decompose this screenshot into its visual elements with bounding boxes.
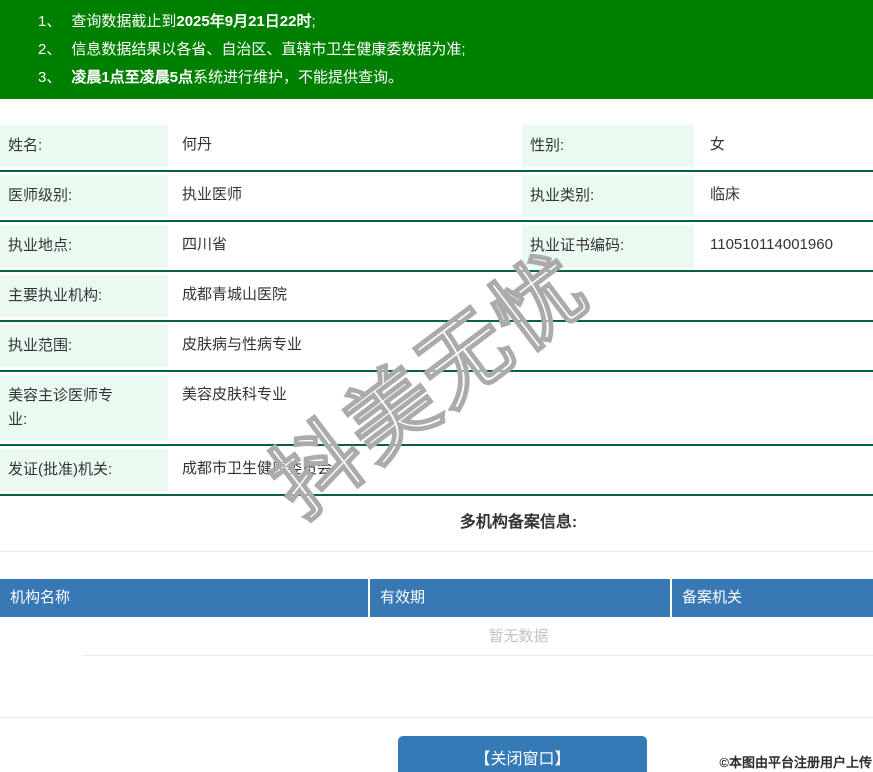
- field-value-practice-category: 临床: [710, 186, 741, 203]
- table-row: 美容主诊医师专业: 美容皮肤科专业: [0, 372, 873, 446]
- multi-org-section-title: 多机构备案信息:: [459, 514, 578, 531]
- field-label-practice-scope: 执业范围:: [0, 325, 168, 367]
- field-label-gender: 性别:: [522, 125, 694, 167]
- column-header-validity-period: 有效期: [370, 579, 670, 617]
- table-row: 主要执业机构: 成都青城山医院: [0, 272, 873, 322]
- table-row: 发证(批准)机关: 成都市卫生健康委员会: [0, 446, 873, 496]
- field-label-practice-category: 执业类别:: [522, 175, 694, 217]
- notice-line-1: 1、 查询数据截止到2025年9月21日22时;: [38, 8, 863, 36]
- field-label-main-institution: 主要执业机构:: [0, 275, 168, 317]
- field-value-main-institution: 成都青城山医院: [182, 286, 288, 303]
- field-value-gender: 女: [710, 136, 726, 153]
- field-value-name: 何丹: [182, 136, 213, 153]
- notice-text: 查询数据截止到: [71, 13, 177, 30]
- divider: [0, 551, 873, 552]
- license-query-result-page: 1、 查询数据截止到2025年9月21日22时; 2、 信息数据结果以各省、自治区、…: [0, 0, 873, 772]
- notice-text: ;: [311, 13, 316, 30]
- field-value-certificate-number: 110510114001960: [710, 236, 833, 253]
- notice-text: 系统进行维护，不能提供查询。: [193, 69, 404, 86]
- notice-line-2: 2、 信息数据结果以各省、自治区、直辖市卫生健康委数据为准;: [38, 36, 863, 64]
- table-row: 医师级别: 执业医师 执业类别: 临床: [0, 172, 873, 222]
- field-label-doctor-level: 医师级别:: [0, 175, 168, 217]
- column-header-record-authority: 备案机关: [672, 579, 873, 617]
- field-label-issuing-authority: 发证(批准)机关:: [0, 449, 168, 491]
- notice-text: 信息数据结果以各省、自治区、直辖市卫生健康委数据为准;: [71, 41, 466, 58]
- field-label-practice-location: 执业地点:: [0, 225, 168, 267]
- field-label-cosmetic-specialty: 美容主诊医师专业:: [0, 375, 168, 441]
- field-value-issuing-authority: 成都市卫生健康委员会: [182, 460, 333, 477]
- notice-number: 2、: [38, 41, 62, 58]
- doctor-details-table: 姓名: 何丹 性别: 女 医师级别: 执业医师 执业类别: 临床 执业地点: 四…: [0, 122, 873, 496]
- close-window-button[interactable]: 【关闭窗口】: [398, 736, 647, 772]
- field-value-practice-scope: 皮肤病与性病专业: [182, 336, 303, 353]
- empty-data-placeholder: 暂无数据: [82, 617, 873, 656]
- copyright-stamp: ©本图由平台注册用户上传: [719, 755, 872, 770]
- field-label-name: 姓名:: [0, 125, 168, 167]
- footer-divider: [0, 717, 873, 718]
- notice-line-3: 3、 凌晨1点至凌晨5点系统进行维护，不能提供查询。: [38, 64, 863, 92]
- table-row: 执业地点: 四川省 执业证书编码: 110510114001960: [0, 222, 873, 272]
- field-label-certificate-number: 执业证书编码:: [522, 225, 694, 267]
- table-row: 执业范围: 皮肤病与性病专业: [0, 322, 873, 372]
- notice-number: 1、: [38, 13, 62, 30]
- table-row: 姓名: 何丹 性别: 女: [0, 122, 873, 172]
- notice-banner: 1、 查询数据截止到2025年9月21日22时; 2、 信息数据结果以各省、自治区、…: [0, 0, 873, 99]
- field-value-practice-location: 四川省: [182, 236, 228, 253]
- notice-text-bold: 凌晨1点至凌晨5点: [71, 69, 194, 86]
- field-value-cosmetic-specialty: 美容皮肤科专业: [182, 386, 288, 403]
- notice-number: 3、: [38, 69, 62, 86]
- field-value-doctor-level: 执业医师: [182, 186, 243, 203]
- notice-text-bold: 2025年9月21日22时: [176, 13, 312, 30]
- multi-org-table-header: 机构名称 有效期 备案机关: [0, 579, 873, 617]
- column-header-institution-name: 机构名称: [0, 579, 368, 617]
